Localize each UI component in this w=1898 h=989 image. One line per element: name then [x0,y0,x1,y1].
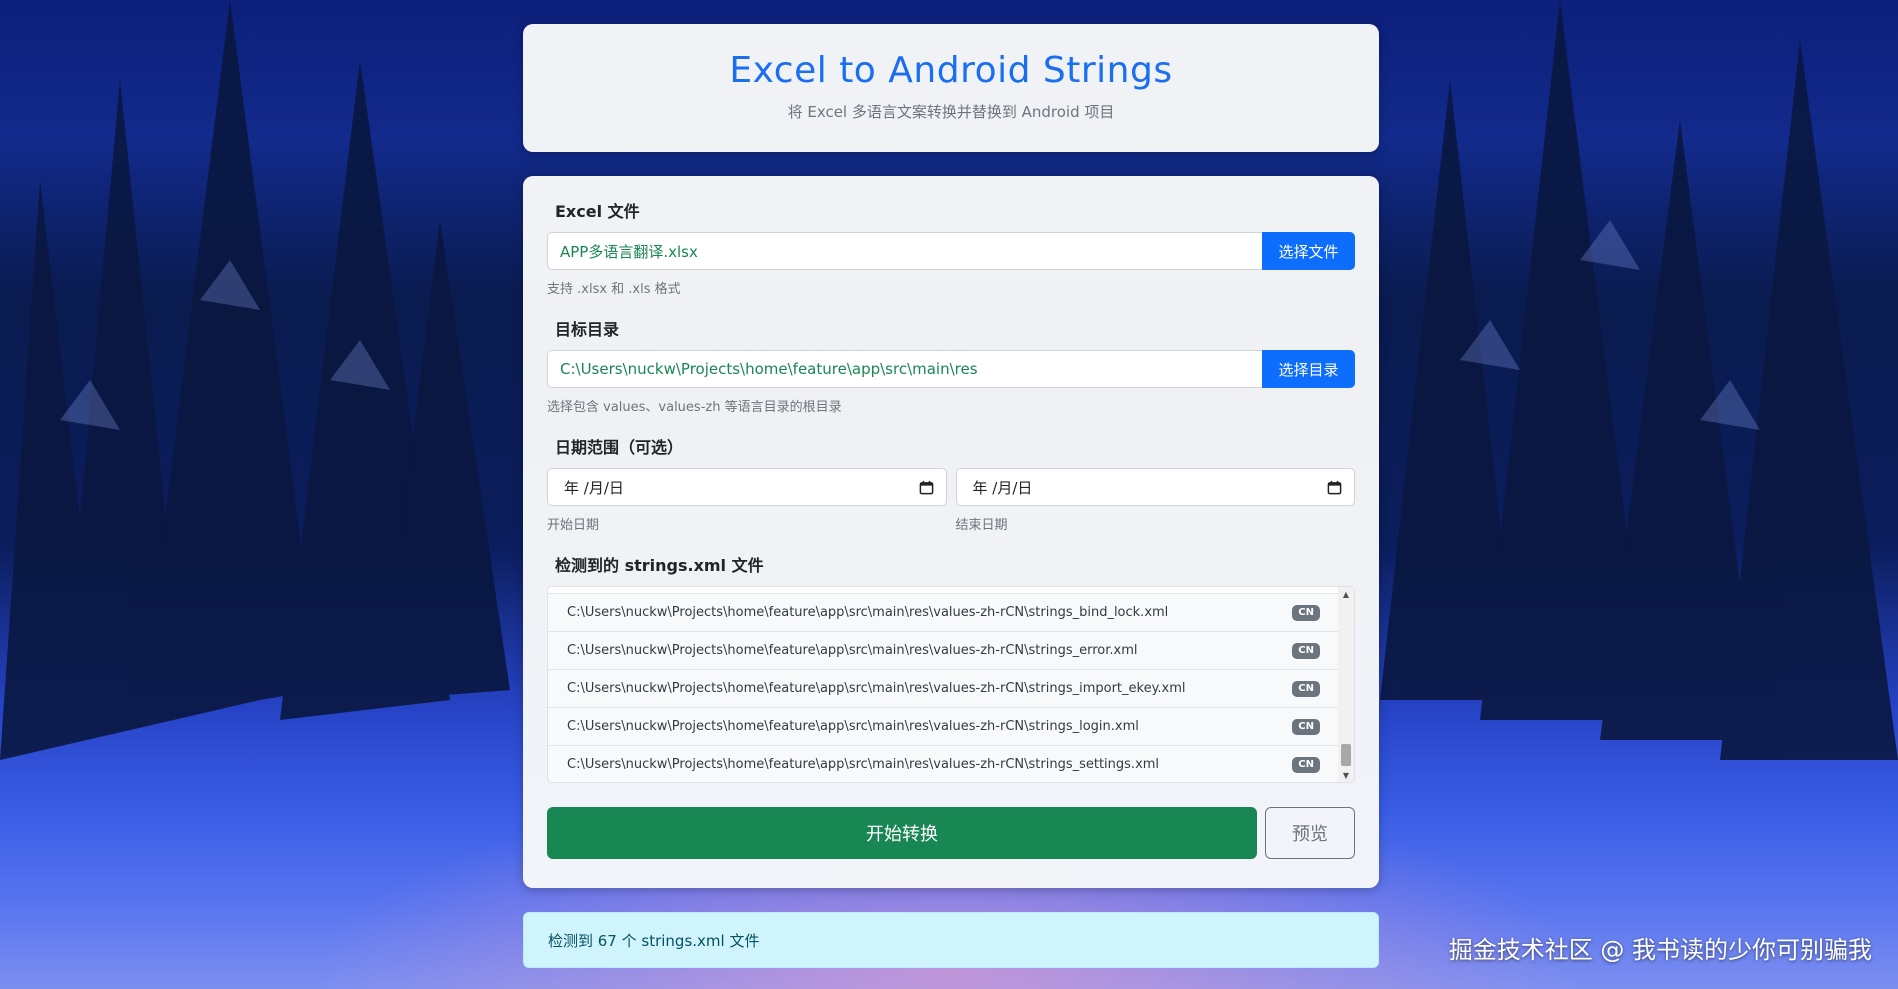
target-dir-label: 目标目录 [555,320,620,339]
file-row[interactable]: C:\Users\nuckw\Projects\home\feature\app… [548,631,1338,669]
start-date-input[interactable]: 年 /月/日 [547,468,947,506]
locale-badge: CN [1292,718,1320,735]
target-dir-input[interactable] [547,350,1262,388]
detected-files-section: 检测到的 strings.xml 文件 C:\Users\nuckw\Proje… [547,552,1355,783]
target-dir-section: 目标目录 选择目录 选择包含 values、values-zh 等语言目录的根目… [547,316,1355,415]
date-range-row: 年 /月/日 开始日期 年 /月/日 结束日期 [547,468,1355,533]
file-row[interactable]: C:\Users\nuckw\Projects\home\feature\app… [548,707,1338,745]
start-convert-button[interactable]: 开始转换 [547,807,1257,859]
scroll-down-arrow-icon[interactable]: ▼ [1338,768,1354,782]
file-path: C:\Users\nuckw\Projects\home\feature\app… [567,643,1138,658]
locale-badge: CN [1292,604,1320,621]
file-list[interactable]: C:\Users\nuckw\Projects\home\feature\app… [547,586,1355,783]
excel-file-input-group: 选择文件 [547,232,1355,270]
date-range-label: 日期范围（可选） [555,438,684,457]
end-date-input[interactable]: 年 /月/日 [955,468,1355,506]
locale-badge: CN [1292,680,1320,697]
file-path: C:\Users\nuckw\Projects\home\feature\app… [567,605,1169,620]
excel-file-help: 支持 .xlsx 和 .xls 格式 [547,282,681,297]
calendar-icon[interactable] [1327,480,1342,495]
file-row[interactable]: C:\Users\nuckw\Projects\home\feature\app… [548,669,1338,707]
status-alert: 检测到 67 个 strings.xml 文件 [523,912,1379,968]
calendar-icon[interactable] [919,480,934,495]
start-date-help: 开始日期 [547,518,600,533]
file-list-scrollbar[interactable]: ▲ ▼ [1338,587,1354,782]
excel-file-label: Excel 文件 [555,202,640,221]
page-subtitle: 将 Excel 多语言文案转换并替换到 Android 项目 [787,103,1115,121]
target-dir-help: 选择包含 values、values-zh 等语言目录的根目录 [547,400,842,415]
file-path: C:\Users\nuckw\Projects\home\feature\app… [567,681,1186,696]
watermark: 掘金技术社区 @ 我书读的少你可别骗我 [1448,936,1872,964]
file-row[interactable]: C:\Users\nuckw\Projects\home\feature\app… [548,593,1338,631]
choose-dir-button[interactable]: 选择目录 [1262,350,1355,388]
start-date-col: 年 /月/日 开始日期 [547,468,947,533]
preview-button[interactable]: 预览 [1265,807,1355,859]
file-path: C:\Users\nuckw\Projects\home\feature\app… [567,757,1160,772]
end-date-help: 结束日期 [955,518,1008,533]
date-range-section: 日期范围（可选） 年 /月/日 开始日期 年 /月/日 结束日期 [547,434,1355,533]
file-path: C:\Users\nuckw\Projects\home\feature\app… [567,719,1139,734]
app-container: Excel to Android Strings 将 Excel 多语言文案转换… [523,24,1379,968]
page-title: Excel to Android Strings [729,50,1173,91]
locale-badge: CN [1292,756,1320,773]
status-message: 检测到 67 个 strings.xml 文件 [548,931,760,950]
excel-file-input[interactable] [547,232,1262,270]
scroll-up-arrow-icon[interactable]: ▲ [1338,587,1354,601]
action-buttons: 开始转换 预览 [547,807,1355,859]
detected-files-label: 检测到的 strings.xml 文件 [555,556,764,575]
start-date-placeholder: 年 /月/日 [564,478,624,497]
locale-badge: CN [1292,642,1320,659]
end-date-placeholder: 年 /月/日 [972,478,1033,497]
header-card: Excel to Android Strings 将 Excel 多语言文案转换… [523,24,1379,152]
target-dir-input-group: 选择目录 [547,350,1355,388]
excel-file-section: Excel 文件 选择文件 支持 .xlsx 和 .xls 格式 [547,198,1355,297]
scroll-thumb[interactable] [1341,744,1351,766]
choose-file-button[interactable]: 选择文件 [1262,232,1355,270]
form-card: Excel 文件 选择文件 支持 .xlsx 和 .xls 格式 目标目录 选择… [523,176,1379,888]
file-list-inner: C:\Users\nuckw\Projects\home\feature\app… [548,593,1338,782]
file-row[interactable]: C:\Users\nuckw\Projects\home\feature\app… [548,745,1338,782]
end-date-col: 年 /月/日 结束日期 [955,468,1355,533]
